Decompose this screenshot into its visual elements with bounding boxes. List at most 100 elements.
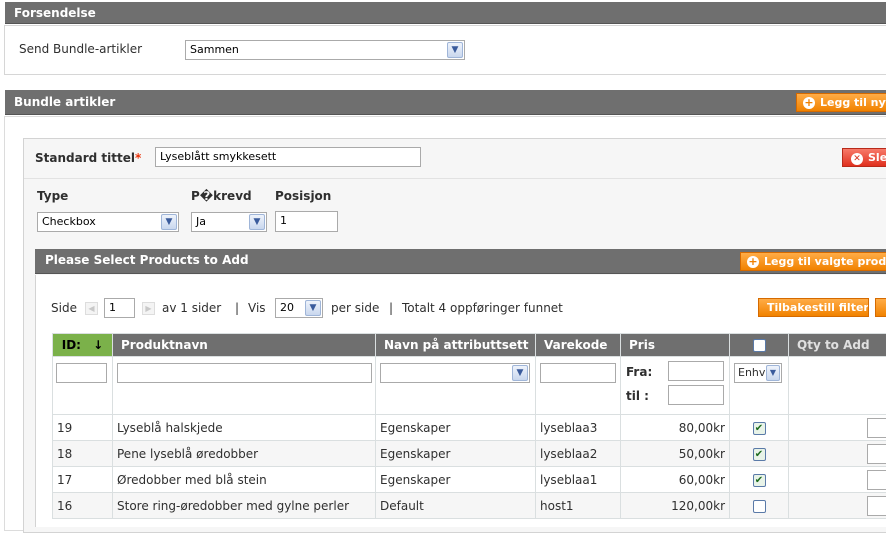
required-asterisk: * bbox=[135, 151, 141, 165]
column-header-id[interactable]: ID: ↓ bbox=[53, 334, 113, 357]
plus-icon: + bbox=[803, 97, 815, 109]
filter-price-to-label: til : bbox=[626, 389, 649, 403]
chevron-down-icon: ▼ bbox=[249, 214, 265, 230]
bundle-header: Bundle artikler bbox=[5, 90, 886, 115]
cell-sku: lyseblaa1 bbox=[536, 467, 621, 493]
cell-name: Pene lyseblå øredobber bbox=[113, 441, 376, 467]
per-page-select[interactable]: 20 ▼ bbox=[275, 298, 323, 318]
pager-separator: | bbox=[389, 301, 393, 315]
column-header-price[interactable]: Pris bbox=[621, 334, 730, 357]
filter-cell-attrset: ▼ bbox=[376, 357, 536, 415]
option-title-input[interactable]: Lyseblått smykkesett bbox=[155, 147, 421, 167]
table-row[interactable]: 16 Store ring-øredobber med gylne perler… bbox=[53, 493, 886, 519]
pager-total: Totalt 4 oppføringer funnet bbox=[402, 301, 563, 315]
cell-price: 80,00kr bbox=[621, 415, 730, 441]
row-checkbox[interactable]: ✔ bbox=[753, 422, 766, 435]
ship-bundle-value: Sammen bbox=[190, 43, 239, 56]
option-title-label: Standard tittel bbox=[35, 151, 135, 165]
search-button[interactable] bbox=[875, 298, 886, 317]
cell-select bbox=[730, 493, 789, 519]
plus-icon: + bbox=[747, 256, 759, 268]
row-checkbox[interactable]: ✔ bbox=[753, 448, 766, 461]
row-checkbox[interactable]: ✔ bbox=[753, 474, 766, 487]
column-header-sku[interactable]: Varekode bbox=[536, 334, 621, 357]
filter-attrset-select[interactable]: ▼ bbox=[380, 363, 530, 383]
cell-name: Store ring-øredobber med gylne perler bbox=[113, 493, 376, 519]
required-select[interactable]: Ja ▼ bbox=[191, 212, 267, 232]
cell-id: 19 bbox=[53, 415, 113, 441]
close-icon: ✕ bbox=[851, 153, 863, 165]
cell-price: 60,00kr bbox=[621, 467, 730, 493]
filter-cell-qty bbox=[789, 357, 886, 415]
cell-qty bbox=[789, 415, 886, 441]
filter-row: ▼ Fra: til : Enhver▼ bbox=[53, 357, 886, 415]
position-label: Posisjon bbox=[275, 189, 331, 203]
cell-name: Øredobber med blå stein bbox=[113, 467, 376, 493]
cell-qty bbox=[789, 467, 886, 493]
column-header-select-all[interactable] bbox=[730, 334, 789, 357]
cell-attrset: Egenskaper bbox=[376, 441, 536, 467]
filter-cell-name bbox=[113, 357, 376, 415]
required-label: P�krevd bbox=[191, 189, 252, 203]
type-label: Type bbox=[37, 189, 68, 203]
pager-show-label: Vis bbox=[248, 301, 266, 315]
pager-per-page-label: per side bbox=[331, 301, 379, 315]
filter-price-from-input[interactable] bbox=[668, 361, 724, 381]
qty-input[interactable] bbox=[867, 496, 886, 516]
filter-cell-price: Fra: til : bbox=[621, 357, 730, 415]
cell-sku: lyseblaa2 bbox=[536, 441, 621, 467]
filter-id-input[interactable] bbox=[56, 363, 107, 383]
required-value: Ja bbox=[196, 215, 206, 228]
cell-id: 18 bbox=[53, 441, 113, 467]
qty-input[interactable] bbox=[867, 418, 886, 438]
sort-arrow-icon: ↓ bbox=[93, 338, 103, 352]
shipment-box: Send Bundle-artikler Sammen ▼ bbox=[4, 25, 886, 75]
delete-option-label: Slett bbox=[868, 151, 886, 164]
chevron-down-icon: ▼ bbox=[161, 214, 177, 230]
option-title-row bbox=[24, 139, 886, 179]
prev-page-icon[interactable]: ◀ bbox=[85, 302, 98, 315]
filter-price-to-input[interactable] bbox=[668, 385, 724, 405]
add-new-option-label: Legg til nytt bbox=[820, 96, 886, 109]
select-all-checkbox[interactable] bbox=[753, 339, 766, 352]
delete-option-button[interactable]: ✕ Slett bbox=[842, 148, 886, 167]
table-row[interactable]: 18 Pene lyseblå øredobber Egenskaper lys… bbox=[53, 441, 886, 467]
ship-bundle-label: Send Bundle-artikler bbox=[19, 42, 142, 56]
cell-sku: lyseblaa3 bbox=[536, 415, 621, 441]
chevron-down-icon: ▼ bbox=[305, 300, 321, 316]
filter-name-input[interactable] bbox=[117, 363, 372, 383]
cell-select: ✔ bbox=[730, 441, 789, 467]
chevron-down-icon: ▼ bbox=[512, 365, 528, 381]
table-row[interactable]: 17 Øredobber med blå stein Egenskaper ly… bbox=[53, 467, 886, 493]
qty-input[interactable] bbox=[867, 470, 886, 490]
page-number-input[interactable]: 1 bbox=[104, 298, 135, 318]
add-new-option-button[interactable]: + Legg til nytt bbox=[796, 93, 886, 112]
filter-cell-sku bbox=[536, 357, 621, 415]
pager-separator: | bbox=[235, 301, 239, 315]
position-input[interactable]: 1 bbox=[275, 211, 338, 232]
reset-filter-button[interactable]: Tilbakestill filter bbox=[758, 298, 869, 317]
filter-select-dropdown[interactable]: Enhver▼ bbox=[734, 363, 782, 383]
row-checkbox[interactable] bbox=[753, 500, 766, 513]
column-id-label: ID: bbox=[62, 338, 81, 352]
filter-sku-input[interactable] bbox=[540, 363, 616, 383]
cell-attrset: Egenskaper bbox=[376, 467, 536, 493]
ship-bundle-select[interactable]: Sammen ▼ bbox=[185, 40, 465, 60]
table-header-row: ID: ↓ Produktnavn Navn på attributtsett … bbox=[53, 334, 886, 357]
chevron-down-icon: ▼ bbox=[766, 365, 780, 381]
products-table: ID: ↓ Produktnavn Navn på attributtsett … bbox=[52, 333, 886, 519]
cell-price: 50,00kr bbox=[621, 441, 730, 467]
column-header-name[interactable]: Produktnavn bbox=[113, 334, 376, 357]
cell-select: ✔ bbox=[730, 415, 789, 441]
type-select[interactable]: Checkbox ▼ bbox=[37, 212, 179, 232]
column-header-qty[interactable]: Qty to Add bbox=[789, 334, 886, 357]
add-selected-products-button[interactable]: + Legg til valgte produkter bbox=[740, 252, 886, 271]
table-row[interactable]: 19 Lyseblå halskjede Egenskaper lyseblaa… bbox=[53, 415, 886, 441]
column-header-attrset[interactable]: Navn på attributtsett bbox=[376, 334, 536, 357]
shipment-header: Forsendelse bbox=[5, 2, 886, 24]
next-page-icon[interactable]: ▶ bbox=[142, 302, 155, 315]
add-selected-label: Legg til valgte produkter bbox=[764, 255, 886, 268]
chevron-down-icon: ▼ bbox=[447, 42, 463, 58]
qty-input[interactable] bbox=[867, 444, 886, 464]
cell-attrset: Default bbox=[376, 493, 536, 519]
